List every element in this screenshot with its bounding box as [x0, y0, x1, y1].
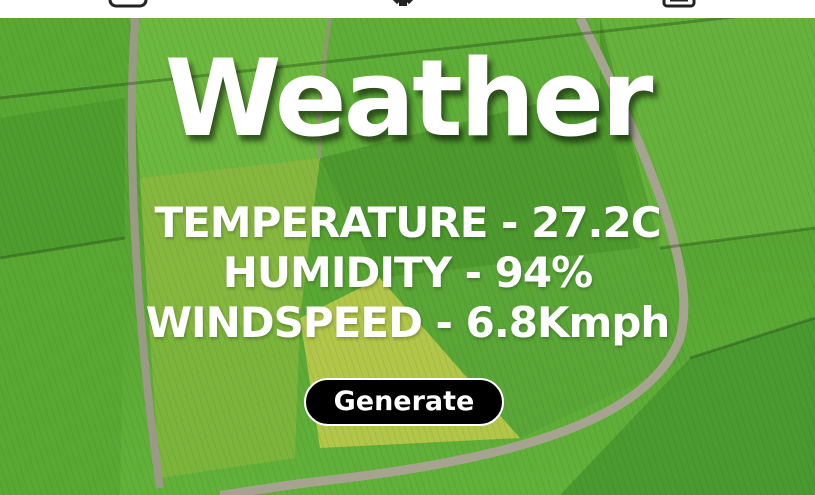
- square-icon[interactable]: [108, 0, 148, 12]
- top-navbar: [0, 0, 815, 18]
- windspeed-stat: WINDSPEED - 6.8Kmph: [145, 298, 671, 347]
- humidity-stat: HUMIDITY - 94%: [222, 248, 593, 297]
- weather-stats: TEMPERATURE - 27.2C HUMIDITY - 94% WINDS…: [0, 198, 815, 348]
- generate-button[interactable]: Generate: [304, 378, 504, 426]
- page-title: Weather: [164, 37, 654, 160]
- document-icon[interactable]: [660, 0, 700, 12]
- person-icon[interactable]: [383, 0, 423, 12]
- temperature-stat: TEMPERATURE - 27.2C: [154, 198, 661, 247]
- weather-panel: Weather TEMPERATURE - 27.2C HUMIDITY - 9…: [0, 18, 815, 495]
